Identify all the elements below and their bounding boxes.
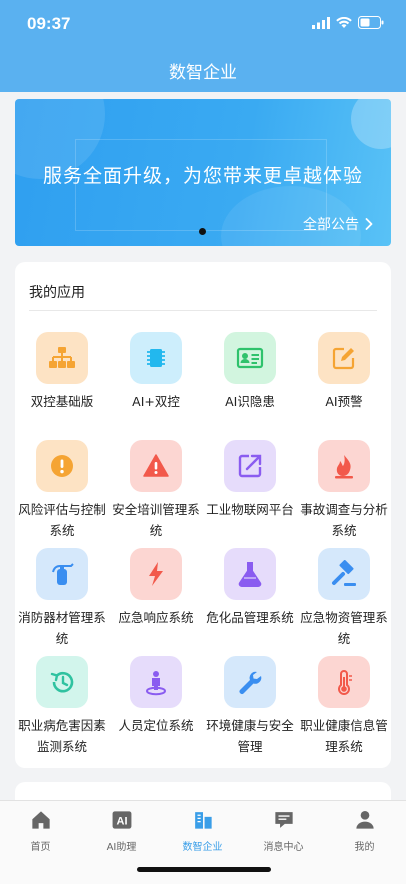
app-item[interactable]: 工业物联网平台 (203, 440, 297, 520)
app-item[interactable]: AI识隐患 (203, 332, 297, 412)
org-chart-icon (49, 347, 75, 368)
tab-building[interactable]: 数智企业 (162, 809, 243, 853)
app-item[interactable]: 安全培训管理系统 (109, 440, 203, 541)
app-icon-tile (318, 332, 370, 384)
page-title: 数智企业 (169, 63, 237, 83)
app-label: 双控基础版 (30, 394, 94, 409)
app-item[interactable]: 环境健康与安全管理 (203, 656, 297, 757)
lightning-icon (149, 562, 163, 586)
app-label: AI+双控 (132, 394, 180, 409)
app-item[interactable]: 职业病危害因素监测系统 (15, 656, 109, 757)
tab-profile[interactable]: 我的 (324, 809, 405, 853)
warning-icon (143, 454, 169, 477)
app-label: 安全培训管理系统 (112, 502, 200, 538)
app-icon-tile (224, 656, 276, 708)
banner-headline: 服务全面升级，为您带来更卓越体验 (42, 165, 363, 187)
tab-label: 消息中心 (263, 842, 304, 853)
status-icons (312, 16, 384, 29)
building-icon (194, 812, 212, 829)
all-notices-link[interactable]: 全部公告 (303, 214, 373, 234)
alert-icon (51, 455, 73, 477)
wifi-icon (336, 16, 352, 28)
app-item[interactable]: 事故调查与分析系统 (297, 440, 391, 541)
tab-label: AI助理 (106, 842, 137, 853)
my-apps-card: 我的应用 双控基础版 AI+双控 AI识隐患 AI预警风险评估与控制系统 安全培训管理系… (15, 262, 391, 768)
app-label: 职业病危害因素监测系统 (18, 718, 106, 754)
app-icon-tile (224, 440, 276, 492)
id-card-icon (236, 347, 264, 369)
app-icon-tile (36, 548, 88, 600)
app-header: 09:37 数智企业 (0, 0, 406, 92)
app-icon-tile (36, 440, 88, 492)
home-indicator (137, 867, 271, 872)
app-icon-tile (130, 332, 182, 384)
tab-ai[interactable]: AI AI助理 (81, 809, 162, 853)
wrench-icon (239, 671, 262, 694)
app-item[interactable]: 风险评估与控制系统 (15, 440, 109, 541)
signal-icon (312, 16, 330, 29)
status-bar: 09:37 (0, 0, 406, 44)
app-item[interactable]: 人员定位系统 (109, 656, 203, 736)
app-item[interactable]: 消防器材管理系统 (15, 548, 109, 649)
app-item[interactable]: 职业健康信息管理系统 (297, 656, 391, 757)
app-icon-tile (318, 548, 370, 600)
app-icon-tile (36, 332, 88, 384)
app-label: AI预警 (325, 394, 363, 409)
app-item[interactable]: AI预警 (297, 332, 391, 412)
app-item[interactable]: AI+双控 (109, 332, 203, 412)
app-label: 职业健康信息管理系统 (300, 718, 388, 754)
chip-icon (147, 349, 165, 367)
app-label: 危化品管理系统 (206, 610, 294, 625)
person-pin-icon (146, 671, 166, 696)
hammer-icon (332, 560, 356, 586)
battery-icon (358, 16, 384, 29)
tab-label: 首页 (30, 842, 51, 853)
history-icon (50, 671, 74, 693)
edit-icon (332, 347, 355, 370)
app-label: 工业物联网平台 (206, 502, 294, 517)
app-icon-tile (130, 440, 182, 492)
app-item[interactable]: 应急响应系统 (109, 548, 203, 628)
svg-text:AI: AI (116, 816, 127, 828)
app-label: 应急物资管理系统 (300, 610, 388, 646)
app-item[interactable]: 危化品管理系统 (203, 548, 297, 628)
app-label: 风险评估与控制系统 (18, 502, 106, 538)
message-icon (274, 812, 293, 828)
app-item[interactable]: 双控基础版 (15, 332, 109, 412)
app-icon-tile (224, 548, 276, 600)
app-label: 消防器材管理系统 (18, 610, 106, 646)
app-icon-tile (224, 332, 276, 384)
app-icon-tile (36, 656, 88, 708)
tab-label: 我的 (354, 842, 375, 853)
app-label: AI识隐患 (225, 394, 275, 409)
app-label: 事故调查与分析系统 (300, 502, 388, 538)
tab-message[interactable]: 消息中心 (243, 809, 324, 853)
ai-icon: AI (112, 811, 131, 829)
section-title: 我的应用 (29, 285, 85, 301)
divider (29, 310, 377, 311)
app-icon-tile (130, 548, 182, 600)
app-label: 环境健康与安全管理 (206, 718, 294, 754)
app-label: 应急响应系统 (118, 610, 194, 625)
tab-home[interactable]: 首页 (0, 809, 81, 853)
app-item[interactable]: 应急物资管理系统 (297, 548, 391, 649)
carousel-indicator[interactable] (199, 228, 206, 235)
app-label: 人员定位系统 (118, 718, 194, 733)
profile-icon (355, 810, 374, 829)
share-icon (238, 454, 262, 478)
thermometer-icon (338, 670, 352, 695)
tab-label: 数智企业 (182, 842, 223, 853)
app-icon-tile (318, 656, 370, 708)
extinguisher-icon (52, 563, 74, 585)
flask-icon (238, 562, 262, 587)
chevron-right-icon (365, 218, 373, 230)
banner-decoration (351, 99, 391, 149)
app-icon-tile (130, 656, 182, 708)
all-notices-label: 全部公告 (303, 217, 359, 233)
announcement-banner[interactable]: 服务全面升级，为您带来更卓越体验 全部公告 (15, 99, 391, 246)
home-icon (31, 811, 50, 829)
app-icon-tile (318, 440, 370, 492)
flame-icon (335, 455, 353, 479)
status-time: 09:37 (27, 14, 71, 33)
